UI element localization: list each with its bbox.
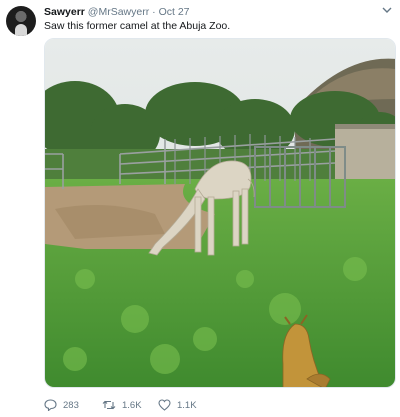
reply-button[interactable]: 283 [44,399,102,411]
like-button[interactable]: 1.1K [158,399,218,411]
tweet-date[interactable]: Oct 27 [159,6,190,18]
retweet-button[interactable]: 1.6K [102,399,158,411]
tweet-text: Saw this former camel at the Abuja Zoo. [44,20,231,32]
author-name[interactable]: Sawyerr [44,6,85,18]
action-bar: 283 1.6K 1.1K [44,397,218,413]
chevron-down-icon[interactable] [382,6,392,18]
like-count: 1.1K [177,399,197,411]
tweet-header: Sawyerr @MrSawyerr · Oct 27 [44,6,190,19]
meta-separator: · [152,6,156,18]
retweet-count: 1.6K [122,399,142,411]
heart-icon [158,399,177,411]
avatar[interactable] [6,6,36,36]
reply-icon [44,399,63,411]
reply-count: 283 [63,399,79,411]
tweet-photo[interactable] [44,38,396,388]
retweet-icon [102,399,122,411]
author-handle[interactable]: @MrSawyerr [88,6,149,18]
